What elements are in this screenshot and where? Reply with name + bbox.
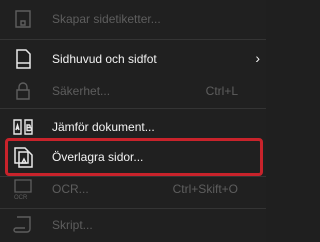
menu-item-label: Skapar sidetiketter... xyxy=(52,12,161,26)
context-menu: Skapar sidetiketter... Sidhuvud och sidf… xyxy=(0,0,266,242)
lock-icon xyxy=(12,80,34,102)
page-label-icon xyxy=(12,8,34,30)
menu-item-security[interactable]: Säkerhet... Ctrl+L xyxy=(0,74,266,108)
menu-item-shortcut: Ctrl+Skift+O xyxy=(172,182,238,196)
script-icon xyxy=(12,214,34,236)
menu-item-label: Jämför dokument... xyxy=(52,120,155,134)
menu-item-label: Sidhuvud och sidfot xyxy=(52,52,157,66)
menu-item-label: Säkerhet... xyxy=(52,84,111,98)
menu-item-create-page-labels[interactable]: Skapar sidetiketter... xyxy=(0,2,266,36)
header-footer-icon xyxy=(12,48,34,70)
menu-item-label: Skript... xyxy=(52,218,93,232)
ocr-icon: OCR xyxy=(12,178,34,201)
compare-documents-icon xyxy=(12,116,34,138)
menu-item-ocr[interactable]: OCR OCR... Ctrl+Skift+O xyxy=(0,172,266,206)
svg-text:OCR: OCR xyxy=(14,195,28,200)
menu-divider xyxy=(0,108,266,109)
menu-item-header-footer[interactable]: Sidhuvud och sidfot › xyxy=(0,42,266,76)
menu-item-script[interactable]: Skript... xyxy=(0,208,266,242)
menu-divider xyxy=(0,39,266,40)
selection-highlight xyxy=(5,138,263,176)
menu-item-shortcut: Ctrl+L xyxy=(205,84,238,98)
submenu-arrow-icon: › xyxy=(255,50,260,66)
menu-item-label: OCR... xyxy=(52,182,89,196)
